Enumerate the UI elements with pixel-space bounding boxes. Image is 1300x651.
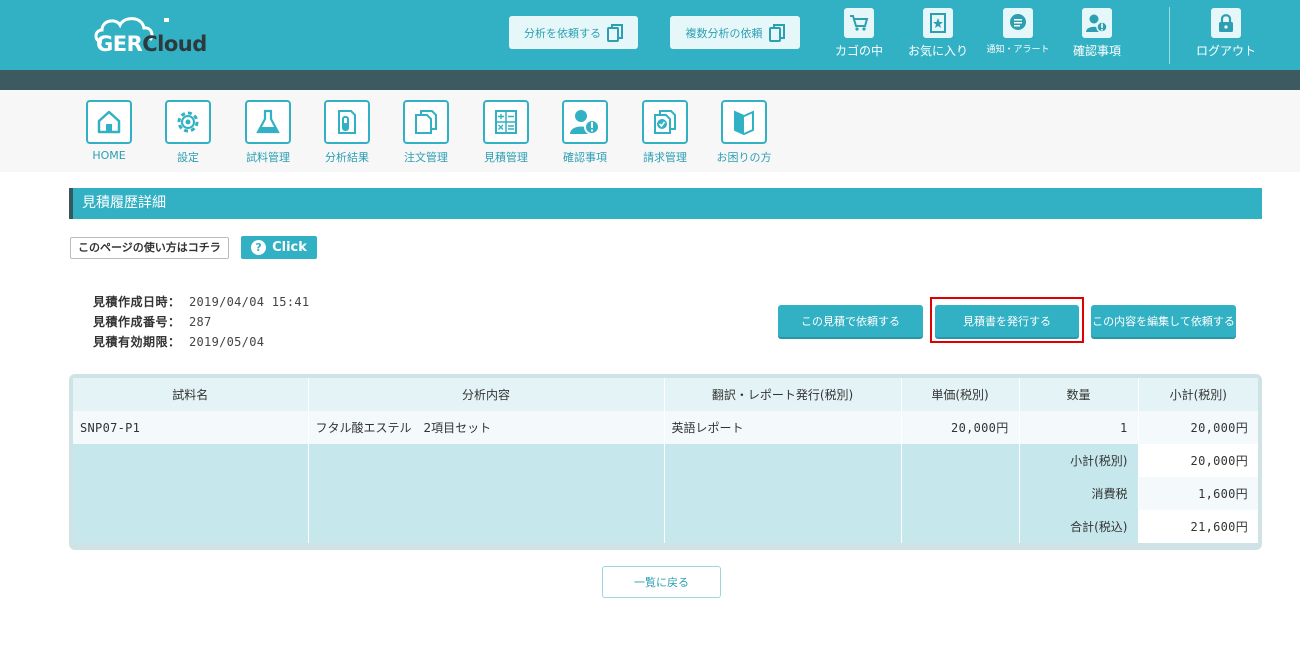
menu-orders[interactable]: 注文管理 bbox=[393, 100, 459, 165]
menu-confirmations[interactable]: 確認事項 bbox=[552, 100, 618, 165]
nav-logout[interactable]: ログアウト bbox=[1187, 6, 1265, 66]
flask-icon bbox=[256, 109, 280, 134]
col-analysis: 分析内容 bbox=[308, 378, 665, 411]
number-label: 見積作成番号： bbox=[93, 315, 181, 329]
request-analysis-label: 分析を依頼する bbox=[524, 26, 601, 40]
menu-home[interactable]: HOME bbox=[76, 100, 142, 162]
question-icon: ? bbox=[251, 240, 267, 255]
nav-cart[interactable]: カゴの中 bbox=[820, 6, 898, 66]
menu-orders-label: 注文管理 bbox=[404, 151, 448, 164]
table-header-row: 試料名 分析内容 翻訳・レポート発行(税別) 単価(税別) 数量 小計(税別) bbox=[73, 378, 1258, 411]
table-row: SNP07-P1 フタル酸エステル 2項目セット 英語レポート 20,000円 … bbox=[73, 411, 1258, 444]
summary-total-label: 合計(税込) bbox=[1019, 510, 1139, 543]
logo-text: GERCloud bbox=[96, 32, 207, 56]
menu-estimates[interactable]: 見積管理 bbox=[473, 100, 539, 165]
main-menu: HOME 設定 試料管理 分析結果 注文管理 見積管理 確認事項 請求管理 お困… bbox=[0, 90, 1300, 172]
help-click-label: Click bbox=[272, 240, 307, 255]
test-tube-doc-icon bbox=[338, 110, 356, 134]
col-translation: 翻訳・レポート発行(税別) bbox=[664, 378, 902, 411]
request-multi-label: 複数分析の依頼 bbox=[685, 26, 763, 40]
summary-subtotal-label: 小計(税別) bbox=[1019, 444, 1139, 477]
menu-home-label: HOME bbox=[92, 149, 126, 162]
chat-icon bbox=[1010, 14, 1026, 30]
cell-translation: 英語レポート bbox=[664, 411, 902, 444]
cell-subtotal: 20,000円 bbox=[1138, 411, 1258, 444]
summary-total-value: 21,600円 bbox=[1138, 510, 1258, 543]
user-alert-icon bbox=[570, 110, 600, 135]
issue-button-highlight bbox=[930, 297, 1084, 343]
menu-samples-label: 試料管理 bbox=[246, 151, 290, 164]
estimate-table: 試料名 分析内容 翻訳・レポート発行(税別) 単価(税別) 数量 小計(税別) … bbox=[69, 374, 1262, 550]
nav-notifications-label: 通知・アラート bbox=[986, 45, 1050, 55]
menu-estimates-label: 見積管理 bbox=[484, 151, 528, 164]
request-analysis-button[interactable]: 分析を依頼する bbox=[509, 16, 638, 49]
lock-icon bbox=[1219, 14, 1233, 32]
created-label: 見積作成日時： bbox=[93, 295, 181, 309]
summary-tax-value: 1,600円 bbox=[1138, 477, 1258, 510]
menu-billing-label: 請求管理 bbox=[643, 151, 687, 164]
page-title: 見積履歴詳細 bbox=[69, 188, 1262, 219]
cell-analysis: フタル酸エステル 2項目セット bbox=[308, 411, 665, 444]
expiry-value: 2019/05/04 bbox=[189, 335, 265, 349]
top-header: GERCloud 分析を依頼する 複数分析の依頼 カゴの中 お気に入り 通知・ア… bbox=[0, 0, 1300, 70]
nav-favorites[interactable]: お気に入り bbox=[899, 6, 977, 66]
nav-confirmations[interactable]: 確認事項 bbox=[1058, 6, 1136, 66]
menu-help[interactable]: お困りの方 bbox=[711, 100, 777, 165]
check-doc-icon bbox=[654, 110, 676, 134]
home-icon bbox=[97, 110, 121, 134]
col-quantity: 数量 bbox=[1019, 378, 1139, 411]
menu-settings-label: 設定 bbox=[177, 151, 199, 164]
summary-row: 消費税 1,600円 bbox=[73, 477, 1258, 510]
book-icon bbox=[734, 110, 754, 136]
help-click-button[interactable]: ? Click bbox=[241, 236, 317, 259]
summary-subtotal-value: 20,000円 bbox=[1138, 444, 1258, 477]
menu-results[interactable]: 分析結果 bbox=[314, 100, 380, 165]
copy-doc-icon bbox=[768, 23, 785, 42]
star-icon bbox=[930, 13, 946, 33]
nav-cart-label: カゴの中 bbox=[834, 44, 883, 58]
col-subtotal: 小計(税別) bbox=[1138, 378, 1258, 411]
col-sample-name: 試料名 bbox=[73, 378, 309, 411]
cell-sample: SNP07-P1 bbox=[73, 411, 309, 444]
docs-icon bbox=[415, 110, 437, 134]
summary-tax-label: 消費税 bbox=[1019, 477, 1139, 510]
user-alert-icon bbox=[1086, 14, 1108, 33]
cell-unit-price: 20,000円 bbox=[901, 411, 1020, 444]
header-dark-strip bbox=[0, 70, 1300, 90]
edit-and-request-button[interactable]: この内容を編集して依頼する bbox=[1091, 305, 1236, 337]
nav-confirmations-label: 確認事項 bbox=[1072, 44, 1121, 58]
menu-confirmations-label: 確認事項 bbox=[563, 151, 607, 164]
request-multi-analysis-button[interactable]: 複数分析の依頼 bbox=[670, 16, 800, 49]
howto-label: このページの使い方はコチラ bbox=[70, 237, 229, 259]
nav-favorites-label: お気に入り bbox=[907, 44, 968, 58]
copy-doc-icon bbox=[607, 23, 623, 42]
menu-help-label: お困りの方 bbox=[716, 151, 772, 164]
menu-samples[interactable]: 試料管理 bbox=[235, 100, 301, 165]
gercloud-logo[interactable]: GERCloud bbox=[92, 10, 222, 60]
estimate-info: 見積作成日時： 2019/04/04 15:41 見積作成番号： 287 見積有効期… bbox=[93, 292, 309, 352]
summary-row: 小計(税別) 20,000円 bbox=[73, 444, 1258, 477]
menu-results-label: 分析結果 bbox=[325, 151, 369, 164]
cart-icon bbox=[850, 15, 869, 31]
menu-billing[interactable]: 請求管理 bbox=[632, 100, 698, 165]
header-divider bbox=[1169, 7, 1170, 64]
cell-quantity: 1 bbox=[1019, 411, 1139, 444]
menu-settings[interactable]: 設定 bbox=[155, 100, 221, 165]
col-unit-price: 単価(税別) bbox=[901, 378, 1020, 411]
summary-row: 合計(税込) 21,600円 bbox=[73, 510, 1258, 543]
calculator-icon bbox=[495, 110, 517, 134]
nav-notifications[interactable]: 通知・アラート bbox=[979, 6, 1057, 66]
number-value: 287 bbox=[189, 315, 212, 329]
nav-logout-label: ログアウト bbox=[1195, 44, 1256, 58]
expiry-label: 見積有効期限： bbox=[93, 335, 181, 349]
back-to-list-button[interactable]: 一覧に戻る bbox=[602, 566, 721, 598]
request-with-estimate-button[interactable]: この見積で依頼する bbox=[778, 305, 923, 337]
gear-icon bbox=[177, 111, 199, 133]
created-value: 2019/04/04 15:41 bbox=[189, 295, 310, 309]
